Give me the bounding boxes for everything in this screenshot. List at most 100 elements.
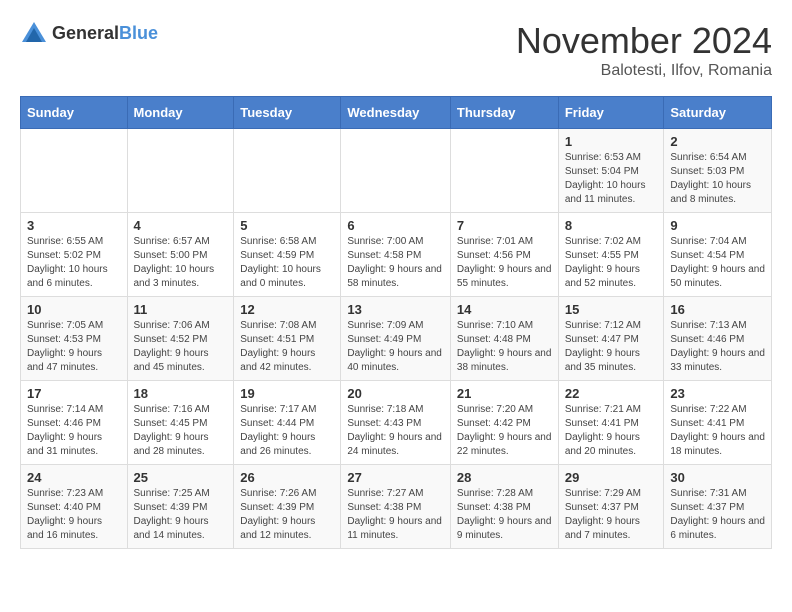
calendar-cell (21, 129, 128, 213)
calendar-cell: 12Sunrise: 7:08 AMSunset: 4:51 PMDayligh… (234, 297, 341, 381)
day-number: 17 (27, 386, 121, 401)
weekday-header: Tuesday (234, 97, 341, 129)
day-info: Sunrise: 6:57 AMSunset: 5:00 PMDaylight:… (134, 235, 228, 291)
header: GeneralBlue November 2024 Balotesti, Ilf… (20, 20, 772, 80)
day-number: 10 (27, 302, 121, 317)
day-info: Sunrise: 7:04 AMSunset: 4:54 PMDaylight:… (670, 235, 765, 291)
day-number: 9 (670, 218, 765, 233)
calendar-cell: 9 Sunrise: 7:04 AMSunset: 4:54 PMDaylight… (664, 213, 772, 297)
calendar-cell: 24Sunrise: 7:23 AMSunset: 4:40 PMDayligh… (21, 465, 128, 549)
day-info: Sunrise: 7:31 AMSunset: 4:37 PMDaylight:… (670, 487, 765, 543)
calendar-cell: 29Sunrise: 7:29 AMSunset: 4:37 PMDayligh… (558, 465, 664, 549)
day-info: Sunrise: 7:22 AMSunset: 4:41 PMDaylight:… (670, 403, 765, 459)
calendar-cell: 27 Sunrise: 7:27 AMSunset: 4:38 PMDayligh… (341, 465, 451, 549)
day-info: Sunrise: 6:53 AMSunset: 5:04 PMDaylight:… (565, 151, 658, 207)
day-number: 24 (27, 470, 121, 485)
calendar-cell: 8Sunrise: 7:02 AMSunset: 4:55 PMDaylight… (558, 213, 664, 297)
calendar-cell (450, 129, 558, 213)
calendar-body: 1 Sunrise: 6:53 AMSunset: 5:04 PMDaylight… (21, 129, 772, 549)
calendar-week-row: 3 Sunrise: 6:55 AMSunset: 5:02 PMDaylight… (21, 213, 772, 297)
calendar-week-row: 24Sunrise: 7:23 AMSunset: 4:40 PMDayligh… (21, 465, 772, 549)
day-info: Sunrise: 7:10 AMSunset: 4:48 PMDaylight:… (457, 319, 552, 375)
weekday-header: Wednesday (341, 97, 451, 129)
day-info: Sunrise: 6:54 AMSunset: 5:03 PMDaylight:… (670, 151, 765, 207)
weekday-header-row: SundayMondayTuesdayWednesdayThursdayFrid… (21, 97, 772, 129)
calendar-cell: 16Sunrise: 7:13 AMSunset: 4:46 PMDayligh… (664, 297, 772, 381)
calendar-cell: 10 Sunrise: 7:05 AMSunset: 4:53 PMDayligh… (21, 297, 128, 381)
calendar-cell (341, 129, 451, 213)
calendar-week-row: 10 Sunrise: 7:05 AMSunset: 4:53 PMDayligh… (21, 297, 772, 381)
day-info: Sunrise: 7:27 AMSunset: 4:38 PMDaylight:… (347, 487, 444, 543)
calendar-week-row: 17 Sunrise: 7:14 AMSunset: 4:46 PMDayligh… (21, 381, 772, 465)
calendar-cell: 14Sunrise: 7:10 AMSunset: 4:48 PMDayligh… (450, 297, 558, 381)
weekday-header: Sunday (21, 97, 128, 129)
day-info: Sunrise: 7:14 AMSunset: 4:46 PMDaylight:… (27, 403, 121, 459)
calendar-cell: 3 Sunrise: 6:55 AMSunset: 5:02 PMDaylight… (21, 213, 128, 297)
day-number: 2 (670, 134, 765, 149)
day-number: 6 (347, 218, 444, 233)
day-number: 5 (240, 218, 334, 233)
day-info: Sunrise: 7:09 AMSunset: 4:49 PMDaylight:… (347, 319, 444, 375)
calendar-cell: 21 Sunrise: 7:20 AMSunset: 4:42 PMDayligh… (450, 381, 558, 465)
logo-text: GeneralBlue (52, 24, 158, 44)
day-info: Sunrise: 7:05 AMSunset: 4:53 PMDaylight:… (27, 319, 121, 375)
logo: GeneralBlue (20, 20, 158, 48)
calendar-cell: 13 Sunrise: 7:09 AMSunset: 4:49 PMDayligh… (341, 297, 451, 381)
day-info: Sunrise: 7:21 AMSunset: 4:41 PMDaylight:… (565, 403, 658, 459)
day-info: Sunrise: 7:16 AMSunset: 4:45 PMDaylight:… (134, 403, 228, 459)
day-info: Sunrise: 7:12 AMSunset: 4:47 PMDaylight:… (565, 319, 658, 375)
calendar-cell: 22Sunrise: 7:21 AMSunset: 4:41 PMDayligh… (558, 381, 664, 465)
calendar-cell: 26Sunrise: 7:26 AMSunset: 4:39 PMDayligh… (234, 465, 341, 549)
day-info: Sunrise: 7:18 AMSunset: 4:43 PMDaylight:… (347, 403, 444, 459)
calendar-cell: 30Sunrise: 7:31 AMSunset: 4:37 PMDayligh… (664, 465, 772, 549)
day-number: 18 (134, 386, 228, 401)
day-info: Sunrise: 7:00 AMSunset: 4:58 PMDaylight:… (347, 235, 444, 291)
day-info: Sunrise: 7:29 AMSunset: 4:37 PMDaylight:… (565, 487, 658, 543)
day-info: Sunrise: 7:17 AMSunset: 4:44 PMDaylight:… (240, 403, 334, 459)
day-info: Sunrise: 7:26 AMSunset: 4:39 PMDaylight:… (240, 487, 334, 543)
calendar-cell (234, 129, 341, 213)
day-number: 3 (27, 218, 121, 233)
day-number: 21 (457, 386, 552, 401)
weekday-header: Friday (558, 97, 664, 129)
calendar-cell: 2 Sunrise: 6:54 AMSunset: 5:03 PMDaylight… (664, 129, 772, 213)
calendar-cell: 23 Sunrise: 7:22 AMSunset: 4:41 PMDayligh… (664, 381, 772, 465)
calendar-cell: 18 Sunrise: 7:16 AMSunset: 4:45 PMDayligh… (127, 381, 234, 465)
day-number: 8 (565, 218, 658, 233)
day-info: Sunrise: 6:55 AMSunset: 5:02 PMDaylight:… (27, 235, 121, 291)
logo-icon (20, 20, 48, 48)
day-number: 7 (457, 218, 552, 233)
weekday-header: Saturday (664, 97, 772, 129)
day-number: 11 (134, 302, 228, 317)
day-info: Sunrise: 7:25 AMSunset: 4:39 PMDaylight:… (134, 487, 228, 543)
calendar-cell: 19 Sunrise: 7:17 AMSunset: 4:44 PMDayligh… (234, 381, 341, 465)
calendar-cell: 5 Sunrise: 6:58 AMSunset: 4:59 PMDaylight… (234, 213, 341, 297)
weekday-header: Monday (127, 97, 234, 129)
calendar-cell: 25 Sunrise: 7:25 AMSunset: 4:39 PMDayligh… (127, 465, 234, 549)
calendar-cell: 4 Sunrise: 6:57 AMSunset: 5:00 PMDaylight… (127, 213, 234, 297)
day-number: 20 (347, 386, 444, 401)
calendar-cell: 17 Sunrise: 7:14 AMSunset: 4:46 PMDayligh… (21, 381, 128, 465)
day-number: 13 (347, 302, 444, 317)
calendar-header: SundayMondayTuesdayWednesdayThursdayFrid… (21, 97, 772, 129)
day-info: Sunrise: 6:58 AMSunset: 4:59 PMDaylight:… (240, 235, 334, 291)
calendar-cell: 1 Sunrise: 6:53 AMSunset: 5:04 PMDaylight… (558, 129, 664, 213)
day-number: 23 (670, 386, 765, 401)
day-number: 27 (347, 470, 444, 485)
day-number: 19 (240, 386, 334, 401)
calendar-cell: 15 Sunrise: 7:12 AMSunset: 4:47 PMDayligh… (558, 297, 664, 381)
day-number: 25 (134, 470, 228, 485)
location-title: Balotesti, Ilfov, Romania (516, 62, 772, 80)
day-info: Sunrise: 7:20 AMSunset: 4:42 PMDaylight:… (457, 403, 552, 459)
logo-general: General (52, 23, 119, 43)
day-info: Sunrise: 7:08 AMSunset: 4:51 PMDaylight:… (240, 319, 334, 375)
calendar-cell: 7 Sunrise: 7:01 AMSunset: 4:56 PMDaylight… (450, 213, 558, 297)
calendar-cell: 6 Sunrise: 7:00 AMSunset: 4:58 PMDaylight… (341, 213, 451, 297)
day-info: Sunrise: 7:01 AMSunset: 4:56 PMDaylight:… (457, 235, 552, 291)
day-info: Sunrise: 7:06 AMSunset: 4:52 PMDaylight:… (134, 319, 228, 375)
day-number: 4 (134, 218, 228, 233)
day-number: 15 (565, 302, 658, 317)
day-number: 1 (565, 134, 658, 149)
title-area: November 2024 Balotesti, Ilfov, Romania (516, 20, 772, 80)
day-info: Sunrise: 7:13 AMSunset: 4:46 PMDaylight:… (670, 319, 765, 375)
